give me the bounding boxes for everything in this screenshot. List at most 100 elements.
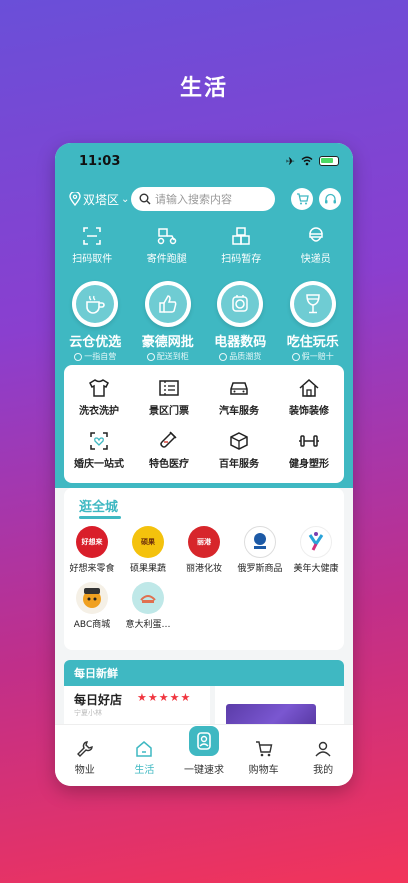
home-icon [136, 741, 153, 757]
topbar: 双塔区 ⌄ 请输入搜索内容 [55, 186, 353, 212]
abc-mascot-icon [83, 588, 101, 608]
badge-dot-icon [74, 352, 83, 361]
wedding-frame-icon [90, 432, 108, 450]
request-icon [188, 726, 219, 756]
scan-icon [83, 227, 102, 245]
service-label: 汽车服务 [219, 406, 259, 417]
brand-name: 美年大健康 [293, 564, 339, 574]
wine-glass-icon [293, 285, 332, 323]
service-label: 健身塑形 [289, 459, 329, 470]
quick-action-send-errand[interactable]: 寄件跑腿 [132, 226, 202, 265]
brand-item[interactable]: ABC商城 [64, 582, 120, 630]
tab-property[interactable]: 物业 [57, 740, 113, 776]
city-mall-section: 逛全城 好想来 好想来零食 硕果 硕果果蔬 丽港 丽港化妆 俄罗斯商品 美年大健… [64, 488, 344, 650]
category-subtitle: 一指自营 [84, 352, 117, 361]
brand-item[interactable]: 丽港 丽港化妆 [176, 526, 232, 574]
test-tube-icon [160, 431, 177, 448]
tab-label: 购物车 [248, 765, 279, 776]
category-haode-wholesale[interactable]: 豪德网批 配送到柜 [133, 281, 203, 362]
brand-logo [244, 526, 276, 558]
search-input[interactable]: 请输入搜索内容 [131, 187, 275, 211]
quick-action-scan-pickup[interactable]: 扫码取件 [57, 226, 127, 265]
ticket-icon [159, 380, 179, 396]
quick-action-label: 扫码取件 [72, 254, 113, 265]
appliance-icon [221, 285, 260, 323]
cart-icon [255, 741, 272, 757]
brand-item[interactable]: 美年大健康 [288, 526, 344, 574]
service-label: 装饰装修 [289, 406, 329, 417]
category-subtitle: 配送到柜 [156, 352, 189, 361]
good-store-title: 每日好店 [74, 693, 123, 707]
tshirt-icon [89, 379, 109, 397]
battery-icon [319, 156, 339, 166]
service-fitness[interactable]: 健身塑形 [274, 424, 344, 477]
tab-quick-request[interactable]: 一键速求 [176, 726, 232, 776]
wrench-icon [76, 741, 93, 757]
service-laundry[interactable]: 洗衣洗护 [64, 371, 134, 424]
tab-bar: 物业 生活 一键速求 购物车 我的 [55, 724, 353, 786]
location-label: 双塔区 [83, 192, 120, 207]
badge-dot-icon [291, 352, 300, 361]
tab-cart[interactable]: 购物车 [236, 740, 292, 776]
search-placeholder: 请输入搜索内容 [155, 193, 232, 206]
service-label: 婚庆一站式 [74, 459, 124, 470]
meinian-logo-icon [308, 532, 324, 551]
tab-profile[interactable]: 我的 [295, 740, 351, 776]
brand-item[interactable]: 意大利蛋… [120, 582, 176, 630]
badge-dot-icon [146, 352, 155, 361]
category-title: 豪德网批 [141, 335, 194, 350]
tab-label: 一键速求 [183, 765, 224, 776]
brand-name: 俄罗斯商品 [237, 564, 283, 574]
service-tickets[interactable]: 景区门票 [134, 371, 204, 424]
category-subtitle: 品质潮货 [229, 352, 262, 361]
location-selector[interactable]: 双塔区 ⌄ [69, 191, 131, 208]
boxes-icon [232, 227, 250, 245]
courier-icon [309, 227, 323, 242]
headset-icon [324, 193, 336, 203]
brand-name: 意大利蛋… [125, 620, 171, 630]
brand-logo [132, 582, 164, 614]
service-label: 洗衣洗护 [79, 406, 119, 417]
phone-frame: 11:03 ✈ 双塔区 ⌄ 请输入搜索内容 扫码取件 寄件跑腿 扫码暂存 快递员… [55, 143, 353, 786]
chevron-down-icon: ⌄ [121, 193, 130, 205]
customer-service-button[interactable] [319, 188, 341, 210]
service-car[interactable]: 汽车服务 [204, 371, 274, 424]
rating-stars: ★★★★★ [137, 691, 192, 704]
person-icon [315, 741, 331, 757]
quick-action-courier[interactable]: 快递员 [281, 226, 351, 265]
quick-action-scan-store[interactable]: 扫码暂存 [206, 226, 276, 265]
category-cloud-warehouse[interactable]: 云仓优选 一指自营 [60, 281, 130, 362]
brand-item[interactable]: 硕果 硕果果蔬 [120, 526, 176, 574]
coffee-cup-icon [76, 285, 115, 323]
category-food-leisure[interactable]: 吃住玩乐 假一赔十 [278, 281, 348, 362]
brand-item[interactable]: 好想来 好想来零食 [64, 526, 120, 574]
section-underline [79, 516, 121, 519]
status-time: 11:03 [79, 153, 121, 169]
brand-logo: 好想来 [76, 526, 108, 558]
brand-name: 硕果果蔬 [129, 564, 166, 574]
category-appliances[interactable]: 电器数码 品质潮货 [205, 281, 275, 362]
quick-action-label: 寄件跑腿 [146, 254, 187, 265]
service-label: 特色医疗 [149, 459, 189, 470]
brand-name: ABC商城 [73, 620, 111, 630]
tab-life[interactable]: 生活 [116, 740, 172, 776]
service-medical[interactable]: 特色医疗 [134, 424, 204, 477]
russia-emblem-icon [254, 533, 266, 549]
service-centennial[interactable]: 百年服务 [204, 424, 274, 477]
quick-actions: 扫码取件 寄件跑腿 扫码暂存 快递员 [55, 226, 353, 265]
cart-button[interactable] [291, 188, 313, 210]
service-wedding[interactable]: 婚庆一站式 [64, 424, 134, 477]
service-decoration[interactable]: 装饰装修 [274, 371, 344, 424]
cart-icon [296, 193, 309, 205]
brand-item[interactable]: 俄罗斯商品 [232, 526, 288, 574]
brand-name: 丽港化妆 [185, 564, 222, 574]
category-subtitle: 假一赔十 [301, 352, 334, 361]
service-label: 景区门票 [149, 406, 189, 417]
tab-label: 物业 [74, 765, 95, 776]
dumbbell-icon [299, 435, 319, 447]
category-title: 电器数码 [214, 335, 267, 350]
brand-logo: 硕果 [132, 526, 164, 558]
page-heading: 生活 [179, 76, 228, 101]
search-icon [139, 193, 151, 205]
quick-action-label: 扫码暂存 [221, 254, 262, 265]
